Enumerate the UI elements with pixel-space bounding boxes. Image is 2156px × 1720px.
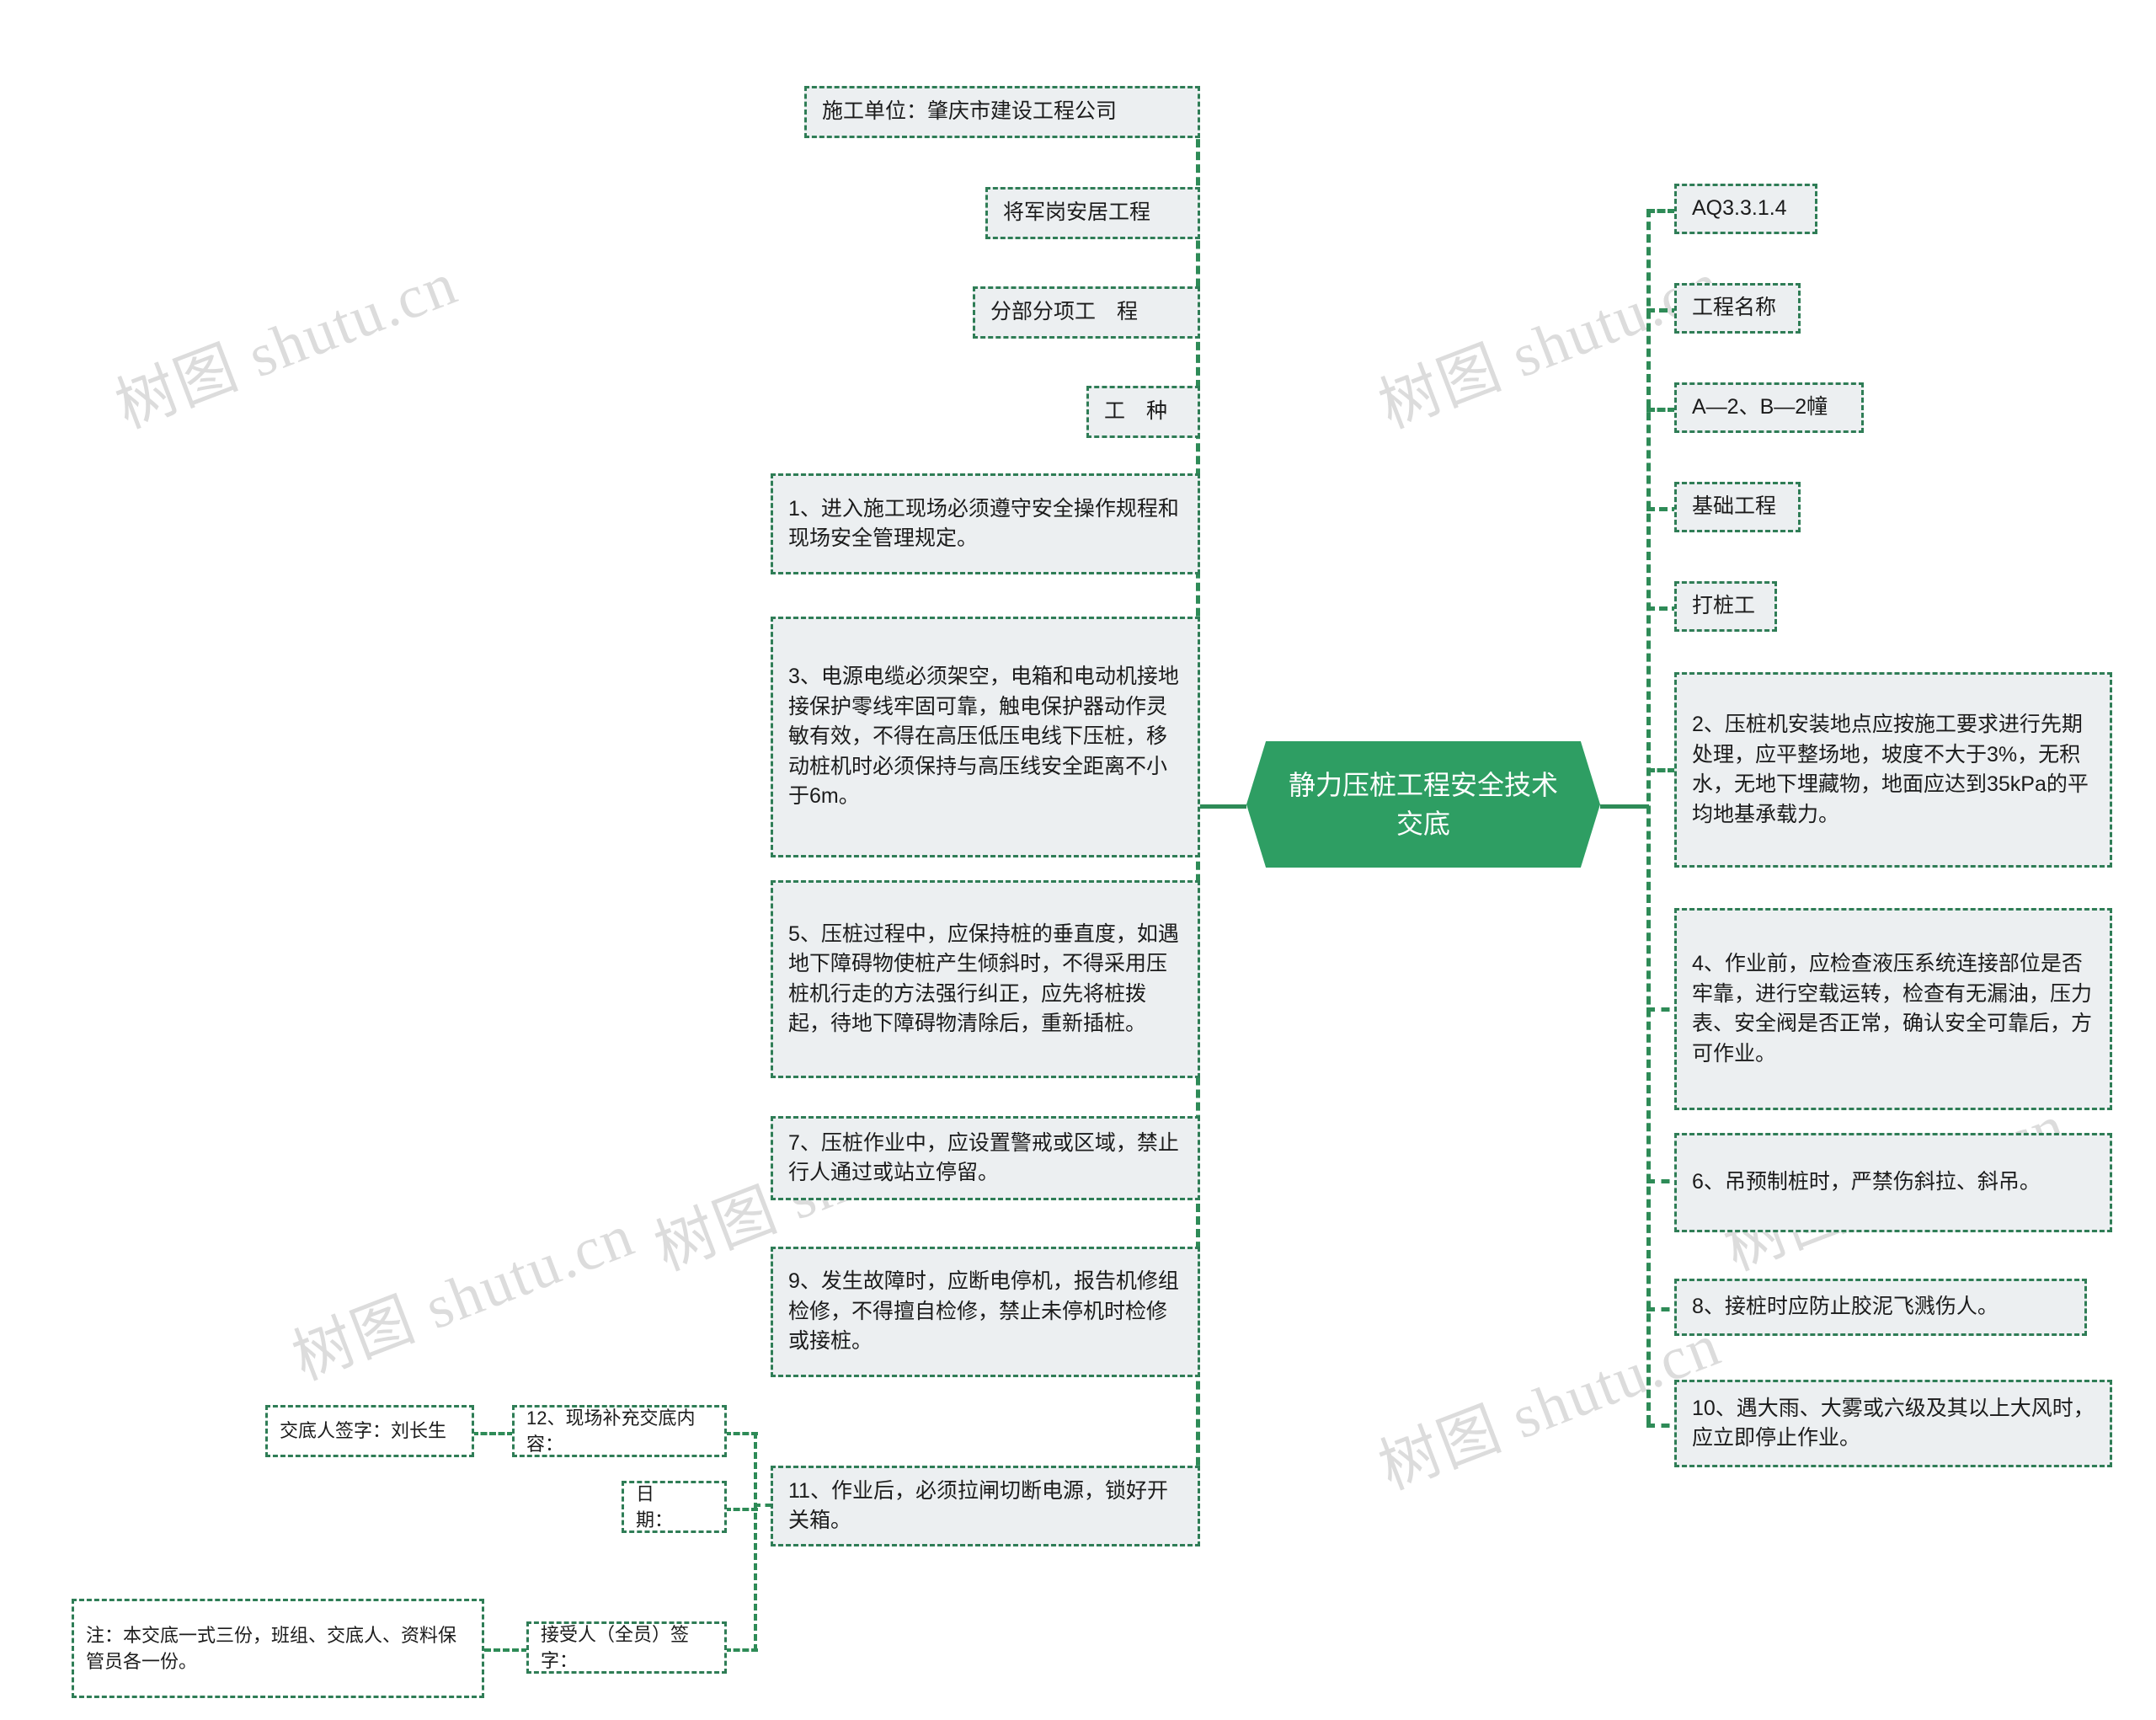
root-right-connector <box>1600 804 1649 809</box>
node-code-aq[interactable]: AQ3.3.1.4 <box>1674 184 1817 234</box>
node-briefer-signature[interactable]: 交底人签字：刘长生 <box>265 1405 474 1457</box>
node-label: 7、压桩作业中，应设置警戒或区域，禁止行人通过或站立停留。 <box>788 1130 1179 1185</box>
node-label: 工 种 <box>1104 399 1168 424</box>
node-rule-10[interactable]: 10、遇大雨、大雾或六级及其以上大风时，应立即停止作业。 <box>1674 1380 2112 1467</box>
node-note[interactable]: 注：本交底一式三份，班组、交底人、资料保管员各一份。 <box>72 1599 484 1698</box>
sub-stub-date <box>724 1508 758 1511</box>
node-label: 接受人（全员）签字： <box>541 1623 690 1671</box>
sub-spine-11 <box>754 1432 757 1651</box>
node-label: 5、压桩过程中，应保持桩的垂直度，如遇地下障碍物使桩产生倾斜时，不得采用压桩机行… <box>788 921 1179 1036</box>
right-stub-1 <box>1646 209 1676 213</box>
node-rule-1[interactable]: 1、进入施工现场必须遵守安全操作规程和现场安全管理规定。 <box>771 473 1200 574</box>
node-project-name-value[interactable]: 将军岗安居工程 <box>985 187 1200 239</box>
node-rule-4[interactable]: 4、作业前，应检查液压系统连接部位是否牢靠，进行空载运转，检查有无漏油，压力表、… <box>1674 908 2112 1110</box>
right-stub-3 <box>1646 408 1676 412</box>
node-label: 2、压桩机安装地点应按施工要求进行先期处理，应平整场地，坡度不大于3%，无积水，… <box>1692 713 2089 826</box>
node-label: 3、电源电缆必须架空，电箱和电动机接地接保护零线牢固可靠，触电保护器动作灵敏有效… <box>788 665 1179 809</box>
node-label: 工程名称 <box>1692 296 1777 320</box>
node-receiver-signature[interactable]: 接受人（全员）签字： <box>526 1621 727 1674</box>
root-node[interactable]: 静力压桩工程安全技术交底 <box>1246 741 1600 868</box>
sub-stub-signer <box>472 1432 514 1435</box>
node-label: 日 期： <box>636 1482 692 1530</box>
node-rule-12[interactable]: 12、现场补充交底内容： <box>512 1405 727 1457</box>
node-rule-5[interactable]: 5、压桩过程中，应保持桩的垂直度，如遇地下障碍物使桩产生倾斜时，不得采用压桩机行… <box>771 880 1200 1078</box>
watermark-text: 树图 shutu.cn <box>107 249 467 441</box>
node-label: 11、作业后，必须拉闸切断电源，锁好开关箱。 <box>788 1478 1168 1533</box>
node-rule-7[interactable]: 7、压桩作业中，应设置警戒或区域，禁止行人通过或站立停留。 <box>771 1116 1200 1200</box>
node-label: 交底人签字：刘长生 <box>280 1420 447 1442</box>
node-date[interactable]: 日 期： <box>622 1481 727 1533</box>
node-label: 注：本交底一式三份，班组、交底人、资料保管员各一份。 <box>86 1624 457 1672</box>
watermark-text: 树图 shutu.cn <box>284 1201 643 1393</box>
node-foundation-works[interactable]: 基础工程 <box>1674 482 1801 532</box>
node-project-name-label[interactable]: 工程名称 <box>1674 283 1801 334</box>
node-building-numbers[interactable]: A—2、B—2幢 <box>1674 382 1864 433</box>
node-pile-driver[interactable]: 打桩工 <box>1674 581 1777 632</box>
node-label: 施工单位：肇庆市建设工程公司 <box>822 99 1118 124</box>
node-label: 6、吊预制桩时，严禁伤斜拉、斜吊。 <box>1692 1170 2041 1194</box>
node-rule-2[interactable]: 2、压桩机安装地点应按施工要求进行先期处理，应平整场地，坡度不大于3%，无积水，… <box>1674 672 2112 868</box>
node-label: 8、接桩时应防止胶泥飞溅伤人。 <box>1692 1295 1999 1319</box>
node-label: 12、现场补充交底内容： <box>526 1407 696 1455</box>
node-label: A—2、B—2幢 <box>1692 395 1828 419</box>
node-rule-11[interactable]: 11、作业后，必须拉闸切断电源，锁好开关箱。 <box>771 1466 1200 1546</box>
mindmap-canvas: 树图 shutu.cn 树图 shutu.cn 树图 shutu.cn 树图 s… <box>0 0 2156 1720</box>
node-label: 4、作业前，应检查液压系统连接部位是否牢靠，进行空载运转，检查有无漏油，压力表、… <box>1692 952 2093 1066</box>
node-label: 将军岗安居工程 <box>1003 200 1151 225</box>
node-construction-unit[interactable]: 施工单位：肇庆市建设工程公司 <box>804 86 1200 138</box>
right-stub-6 <box>1646 768 1676 772</box>
sub-stub-note <box>484 1648 528 1652</box>
node-label: 1、进入施工现场必须遵守安全操作规程和现场安全管理规定。 <box>788 496 1179 551</box>
sub-stub-12 <box>724 1432 758 1435</box>
node-label: 10、遇大雨、大雾或六级及其以上大风时，应立即停止作业。 <box>1692 1396 2095 1450</box>
node-rule-9[interactable]: 9、发生故障时，应断电停机，报告机修组检修，不得擅自检修，禁止未停机时检修或接桩… <box>771 1247 1200 1377</box>
node-label: 打桩工 <box>1692 594 1756 618</box>
node-label: 基础工程 <box>1692 494 1777 519</box>
node-label: 9、发生故障时，应断电停机，报告机修组检修，不得擅自检修，禁止未停机时检修或接桩… <box>788 1269 1179 1354</box>
node-rule-6[interactable]: 6、吊预制桩时，严禁伤斜拉、斜吊。 <box>1674 1133 2112 1232</box>
right-spine <box>1646 209 1651 1424</box>
node-rule-8[interactable]: 8、接桩时应防止胶泥飞溅伤人。 <box>1674 1279 2087 1336</box>
root-left-connector <box>1196 804 1246 809</box>
sub-stub-accept <box>724 1648 758 1652</box>
node-work-type[interactable]: 工 种 <box>1086 386 1200 438</box>
node-label: AQ3.3.1.4 <box>1692 196 1787 221</box>
root-node-label: 静力压桩工程安全技术交底 <box>1288 769 1558 839</box>
node-subdivision-works[interactable]: 分部分项工 程 <box>973 286 1200 339</box>
node-label: 分部分项工 程 <box>990 300 1139 324</box>
node-rule-3[interactable]: 3、电源电缆必须架空，电箱和电动机接地接保护零线牢固可靠，触电保护器动作灵敏有效… <box>771 617 1200 857</box>
